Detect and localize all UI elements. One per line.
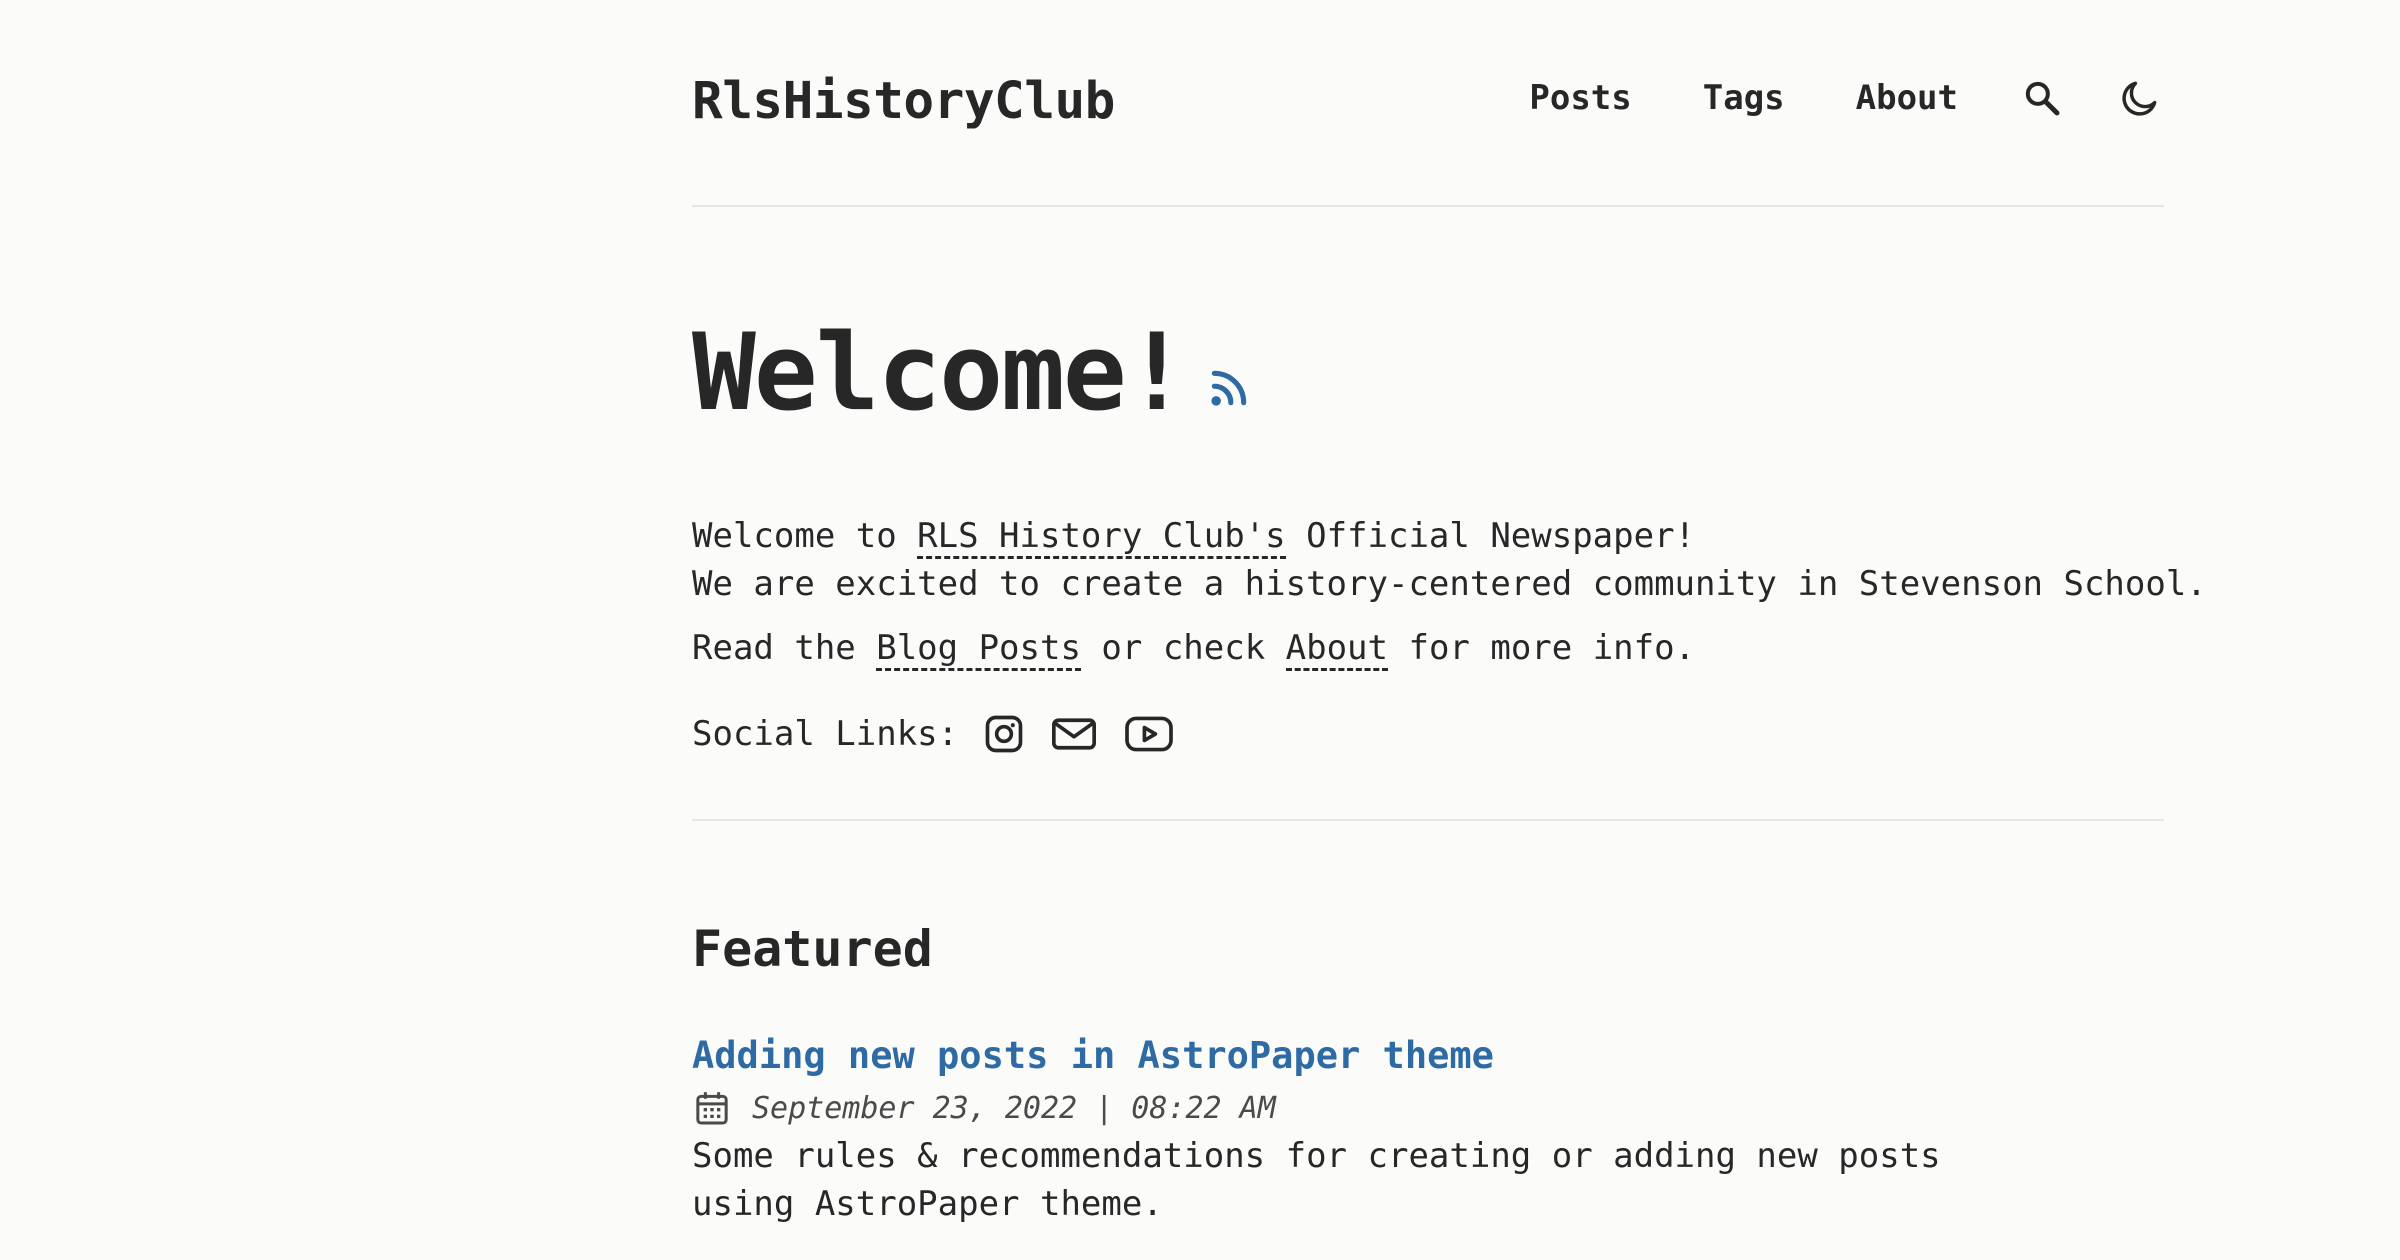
site-header: RlsHistoryClub Posts Tags About <box>692 0 2164 207</box>
intro-line-3: Read the Blog Posts or check About for m… <box>692 628 1696 671</box>
search-button[interactable] <box>2018 74 2066 122</box>
nav-tags[interactable]: Tags <box>1703 78 1785 118</box>
read-mid: or check <box>1080 628 1286 668</box>
post-description: Some rules & recommendations for creatin… <box>692 1136 1941 1224</box>
social-links: Social Links: <box>692 712 1176 756</box>
mail-link[interactable] <box>1050 712 1098 756</box>
mail-icon <box>1052 718 1097 750</box>
intro-line-1: Welcome to RLS History Club's Official N… <box>692 516 1696 559</box>
youtube-link[interactable] <box>1122 712 1176 756</box>
club-link[interactable]: RLS History Club's <box>917 516 1286 559</box>
hero-heading-row: Welcome! <box>692 320 1251 426</box>
theme-toggle-button[interactable] <box>2116 74 2164 122</box>
instagram-icon <box>985 715 1023 753</box>
youtube-icon <box>1125 716 1173 752</box>
featured-heading: Featured <box>692 920 933 978</box>
intro-prefix: Welcome to <box>692 516 918 556</box>
post-meta: September 23, 2022 | 08:22 AM <box>692 1088 1276 1128</box>
calendar-icon <box>696 1092 728 1125</box>
site-logo[interactable]: RlsHistoryClub <box>692 72 1115 131</box>
main-nav: Posts Tags About <box>1458 74 2164 122</box>
nav-posts[interactable]: Posts <box>1529 78 1631 118</box>
nav-about[interactable]: About <box>1856 78 1958 118</box>
about-link[interactable]: About <box>1285 628 1388 671</box>
post-title-link[interactable]: Adding new posts in AstroPaper theme <box>692 1034 1494 1077</box>
rss-link[interactable] <box>1207 366 1251 414</box>
instagram-link[interactable] <box>982 712 1026 756</box>
hero-divider <box>692 819 2164 821</box>
intro-line-2: We are excited to create a history-cente… <box>692 564 2207 604</box>
page-title: Welcome! <box>692 311 1189 434</box>
page-container: RlsHistoryClub Posts Tags About Welcome! <box>692 0 2207 1224</box>
intro-suffix: Official Newspaper! <box>1285 516 1696 556</box>
search-icon <box>2025 81 2060 116</box>
moon-icon <box>2122 81 2157 116</box>
header-divider <box>692 205 2164 207</box>
read-prefix: Read the <box>692 628 877 668</box>
social-label: Social Links: <box>692 714 959 754</box>
read-suffix: for more info. <box>1388 628 1696 668</box>
rss-icon <box>1210 370 1246 406</box>
blog-posts-link[interactable]: Blog Posts <box>876 628 1081 671</box>
post-date: September 23, 2022 | 08:22 AM <box>752 1090 1276 1126</box>
